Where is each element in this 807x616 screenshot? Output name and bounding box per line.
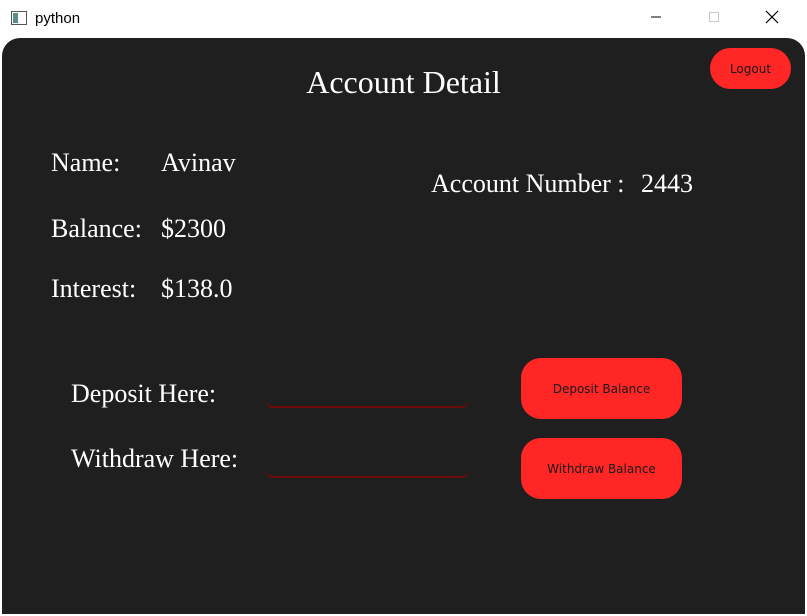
close-button[interactable]: [743, 0, 801, 38]
minimize-button[interactable]: [627, 0, 685, 38]
balance-label: Balance:: [51, 214, 142, 243]
deposit-balance-button[interactable]: Deposit Balance: [521, 358, 682, 419]
page-title: Account Detail: [306, 64, 501, 100]
withdraw-amount-input[interactable]: [264, 450, 470, 478]
close-icon: [765, 10, 779, 29]
interest-label: Interest:: [51, 274, 137, 303]
interest-value: $138.0: [161, 274, 233, 303]
account-number-value: 2443: [641, 169, 693, 198]
balance-value: $2300: [161, 214, 226, 243]
withdraw-balance-button[interactable]: Withdraw Balance: [521, 438, 682, 499]
title-bar[interactable]: python: [0, 0, 807, 38]
app-window-icon: [11, 11, 27, 25]
withdraw-label: Withdraw Here:: [71, 444, 239, 473]
account-detail-panel: Account Detail Logout Name: Avinav Balan…: [2, 38, 805, 614]
window-title: python: [35, 10, 81, 27]
maximize-icon: [708, 10, 720, 28]
name-label: Name:: [51, 148, 121, 177]
account-number-label: Account Number :: [431, 169, 625, 198]
logout-button[interactable]: Logout: [710, 48, 791, 89]
name-value: Avinav: [161, 148, 236, 177]
deposit-amount-input[interactable]: [264, 380, 470, 408]
app-window: python Account Detail Logout Name: Avina…: [0, 0, 807, 616]
maximize-button[interactable]: [685, 0, 743, 38]
deposit-label: Deposit Here:: [71, 379, 217, 408]
minimize-icon: [650, 10, 662, 28]
